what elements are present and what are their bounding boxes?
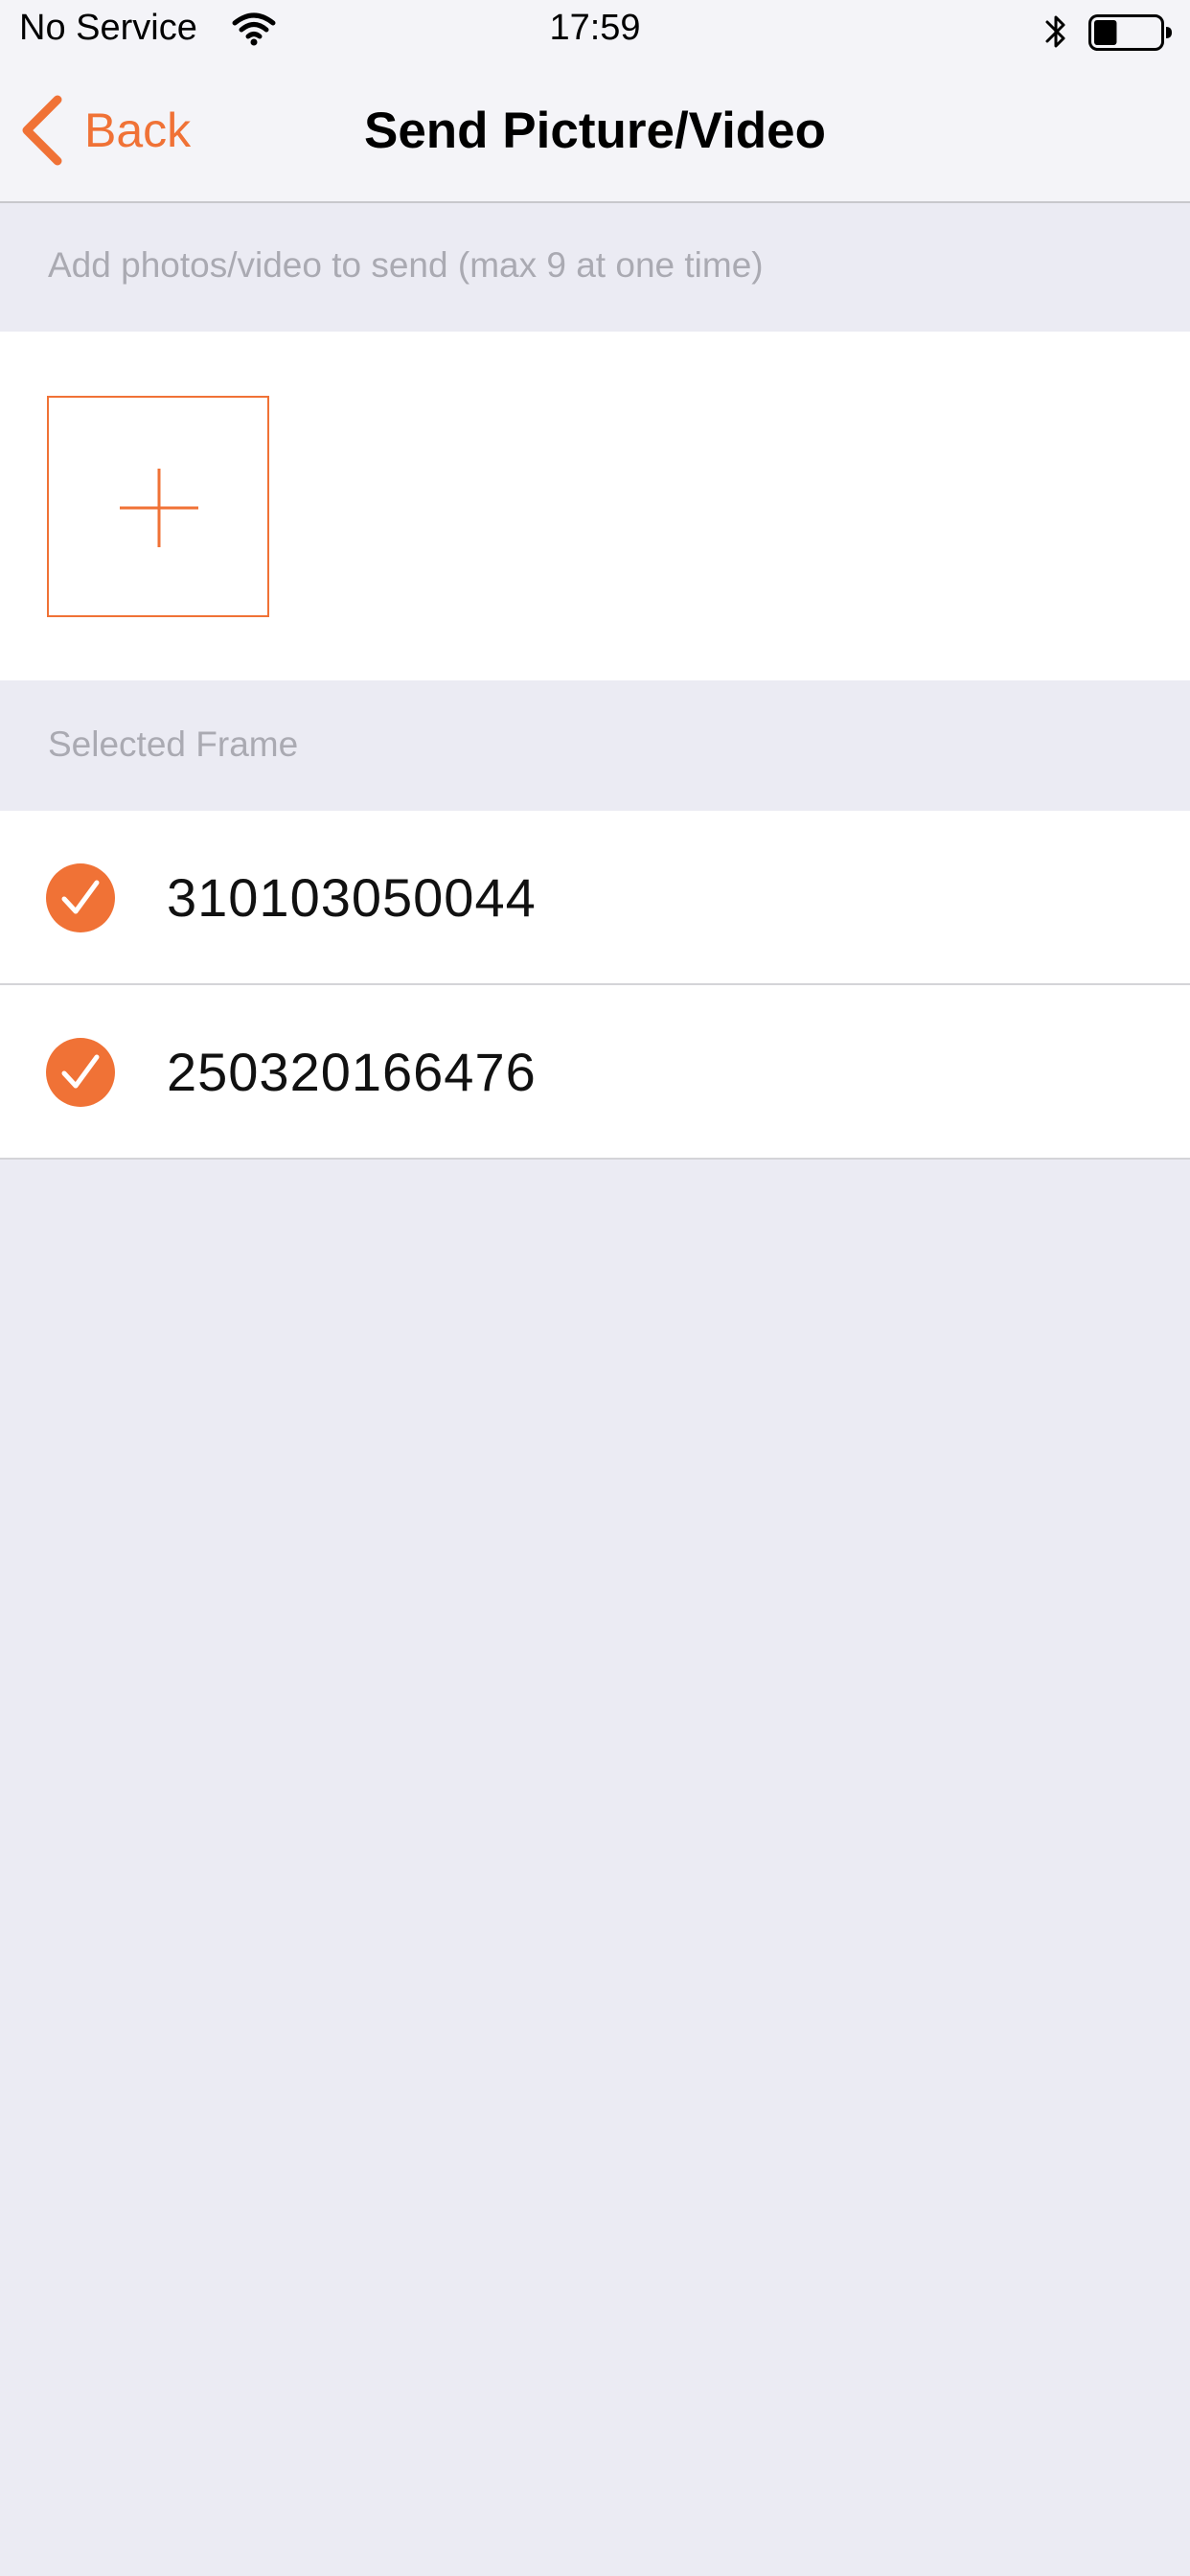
checkmark-circle-icon[interactable] [46,1038,115,1107]
checkmark-circle-icon[interactable] [46,863,115,932]
selected-frame-section-header: Selected Frame [0,680,1190,811]
status-bar: No Service 17:59 [0,0,1190,63]
navigation-bar: Back Send Picture/Video [0,63,1190,203]
status-time: 17:59 [549,8,641,48]
selected-frame-header-label: Selected Frame [48,724,299,764]
bluetooth-icon [1045,15,1065,48]
plus-icon [120,469,198,547]
battery-icon [1088,14,1172,51]
frame-id-label: 310103050044 [167,867,537,928]
add-media-button[interactable] [47,396,269,617]
add-media-panel [0,332,1190,680]
frame-row[interactable]: 250320166476 [0,985,1190,1160]
frame-id-label: 250320166476 [167,1042,537,1102]
add-media-header-label: Add photos/video to send (max 9 at one t… [48,245,764,285]
page-title: Send Picture/Video [363,103,827,159]
frame-row[interactable]: 310103050044 [0,811,1190,985]
add-media-section-header: Add photos/video to send (max 9 at one t… [0,203,1190,332]
frame-list: 310103050044 250320166476 [0,811,1190,1160]
